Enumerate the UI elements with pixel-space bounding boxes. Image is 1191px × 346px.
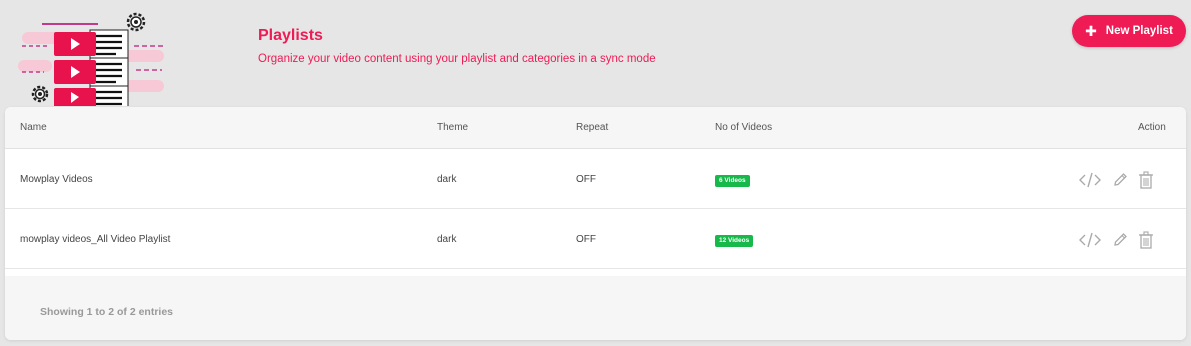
playlist-table: Name Theme Repeat No of Videos Action Mo…: [5, 107, 1186, 340]
trash-icon[interactable]: [1138, 171, 1154, 189]
playlist-name: mowplay videos_All Video Playlist: [20, 234, 171, 245]
column-header-repeat: Repeat: [576, 122, 609, 133]
table-row: mowplay videos_All Video Playlist dark O…: [5, 209, 1186, 269]
playlist-theme: dark: [437, 174, 457, 185]
new-playlist-button[interactable]: ✚ New Playlist: [1072, 15, 1186, 47]
code-icon[interactable]: [1079, 232, 1101, 248]
code-icon[interactable]: [1079, 172, 1101, 188]
playlist-name: Mowplay Videos: [20, 174, 93, 185]
page-subtitle: Organize your video content using your p…: [258, 53, 656, 65]
column-header-theme: Theme: [437, 122, 469, 133]
row-actions: [1079, 231, 1154, 249]
page-header: Playlists Organize your video content us…: [258, 26, 656, 66]
column-header-name: Name: [20, 122, 47, 133]
playlist-illustration: [18, 10, 168, 111]
video-count-badge: 6 Videos: [715, 175, 750, 187]
page-title: Playlists: [258, 27, 323, 44]
pencil-icon[interactable]: [1112, 172, 1128, 188]
video-count-badge: 12 Videos: [715, 235, 754, 247]
trash-icon[interactable]: [1138, 231, 1154, 249]
new-playlist-label: New Playlist: [1105, 25, 1173, 37]
column-header-videos: No of Videos: [715, 122, 773, 133]
row-actions: [1079, 171, 1154, 189]
pencil-icon[interactable]: [1112, 232, 1128, 248]
column-header-action: Action: [1138, 122, 1166, 133]
playlist-theme: dark: [437, 234, 457, 245]
table-footer: Showing 1 to 2 of 2 entries: [5, 276, 1186, 340]
table-header: Name Theme Repeat No of Videos Action: [5, 107, 1186, 149]
playlist-repeat: OFF: [576, 234, 596, 245]
table-row: Mowplay Videos dark OFF 6 Videos: [5, 149, 1186, 209]
entries-info: Showing 1 to 2 of 2 entries: [40, 306, 174, 318]
playlist-repeat: OFF: [576, 174, 596, 185]
plus-icon: ✚: [1085, 23, 1097, 39]
